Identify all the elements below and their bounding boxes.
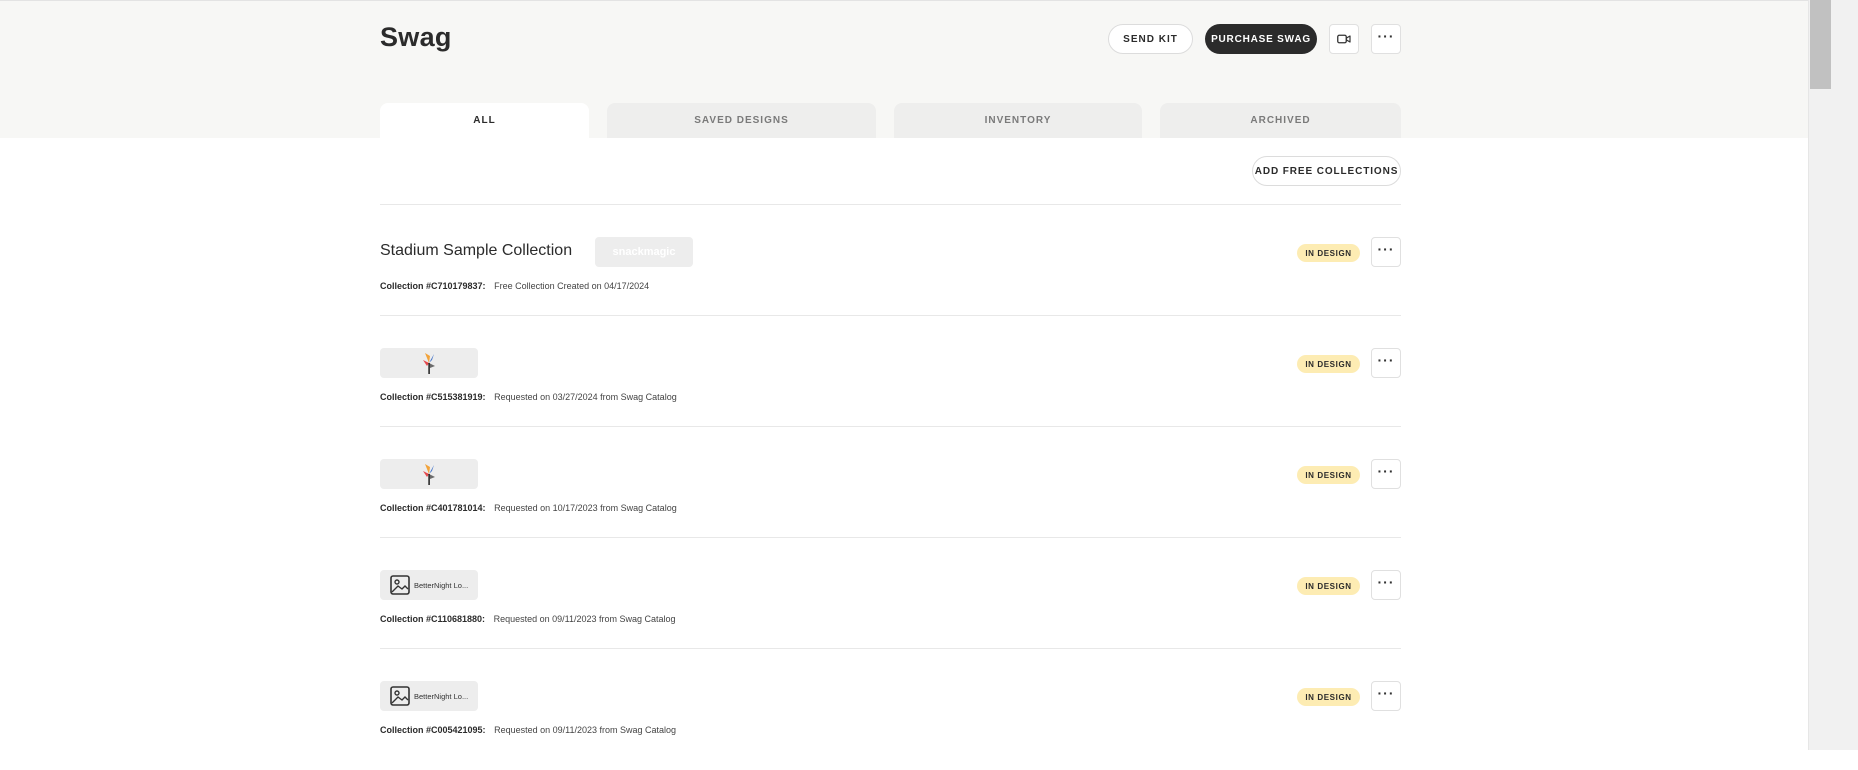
ellipsis-icon: ··· bbox=[1377, 463, 1395, 479]
header-more-button[interactable]: ··· bbox=[1371, 24, 1401, 54]
collection-image-chip[interactable]: BetterNight Lo... bbox=[380, 570, 478, 600]
collection-meta: Collection #C401781014: Requested on 10/… bbox=[380, 503, 677, 513]
status-badge: IN DESIGN bbox=[1297, 466, 1360, 484]
collection-id: Collection #C401781014: bbox=[380, 503, 486, 513]
page-scrollbar[interactable] bbox=[1808, 0, 1858, 750]
collection-meta: Collection #C005421095: Requested on 09/… bbox=[380, 725, 676, 735]
collection-id: Collection #C710179837: bbox=[380, 281, 486, 291]
collection-row: Collection #C401781014: Requested on 10/… bbox=[380, 438, 1401, 548]
row-more-button[interactable]: ··· bbox=[1371, 237, 1401, 267]
image-chip-label: BetterNight Lo... bbox=[414, 691, 469, 701]
divider bbox=[380, 426, 1401, 427]
divider bbox=[380, 204, 1401, 205]
collection-title[interactable]: Stadium Sample Collection bbox=[380, 242, 572, 260]
status-badge: IN DESIGN bbox=[1297, 355, 1360, 373]
collection-detail: Requested on 09/11/2023 from Swag Catalo… bbox=[493, 614, 676, 624]
collection-detail: Requested on 03/27/2024 from Swag Catalo… bbox=[494, 392, 677, 402]
status-badge: IN DESIGN bbox=[1297, 577, 1360, 595]
collection-meta: Collection #C710179837: Free Collection … bbox=[380, 281, 649, 291]
page-title: Swag bbox=[380, 22, 452, 52]
add-free-collections-button[interactable]: ADD FREE COLLECTIONS bbox=[1252, 156, 1401, 186]
image-placeholder-icon bbox=[390, 686, 410, 706]
collection-meta: Collection #C110681880: Requested on 09/… bbox=[380, 614, 676, 624]
collection-detail: Requested on 09/11/2023 from Swag Catalo… bbox=[494, 725, 677, 735]
ellipsis-icon: ··· bbox=[1377, 352, 1395, 368]
row-more-button[interactable]: ··· bbox=[1371, 459, 1401, 489]
purchase-swag-button[interactable]: PURCHASE SWAG bbox=[1205, 24, 1317, 54]
collection-row: Collection #C515381919: Requested on 03/… bbox=[380, 327, 1401, 437]
collection-row: BetterNight Lo... Collection #C110681880… bbox=[380, 549, 1401, 659]
tab-saved-designs[interactable]: SAVED DESIGNS bbox=[607, 103, 876, 138]
collection-id: Collection #C005421095: bbox=[380, 725, 486, 735]
collection-id: Collection #C110681880: bbox=[380, 614, 486, 624]
divider bbox=[380, 648, 1401, 649]
row-more-button[interactable]: ··· bbox=[1371, 681, 1401, 711]
image-chip-label: BetterNight Lo... bbox=[414, 580, 469, 590]
ellipsis-icon: ··· bbox=[1377, 28, 1395, 44]
scrollbar-thumb[interactable] bbox=[1810, 0, 1831, 89]
divider bbox=[380, 315, 1401, 316]
collection-detail: Requested on 10/17/2023 from Swag Catalo… bbox=[494, 503, 677, 513]
video-camera-icon bbox=[1337, 34, 1351, 44]
collection-logo-chip[interactable] bbox=[380, 348, 478, 378]
divider bbox=[380, 537, 1401, 538]
collection-logo-chip[interactable] bbox=[380, 459, 478, 489]
collection-meta: Collection #C515381919: Requested on 03/… bbox=[380, 392, 677, 402]
collection-row: BetterNight Lo... Collection #C005421095… bbox=[380, 660, 1401, 770]
collection-detail: Free Collection Created on 04/17/2024 bbox=[494, 281, 650, 291]
row-more-button[interactable]: ··· bbox=[1371, 348, 1401, 378]
pinwheel-logo-icon bbox=[423, 464, 435, 485]
status-badge: IN DESIGN bbox=[1297, 244, 1360, 262]
pinwheel-logo-icon bbox=[423, 353, 435, 374]
row-more-button[interactable]: ··· bbox=[1371, 570, 1401, 600]
send-kit-button[interactable]: SEND KIT bbox=[1108, 24, 1193, 54]
collection-id: Collection #C515381919: bbox=[380, 392, 486, 402]
tab-all[interactable]: ALL bbox=[380, 103, 589, 138]
collection-row: Stadium Sample Collection snackmagic Col… bbox=[380, 216, 1401, 326]
tab-inventory[interactable]: INVENTORY bbox=[894, 103, 1142, 138]
ellipsis-icon: ··· bbox=[1377, 574, 1395, 590]
image-placeholder-icon bbox=[390, 575, 410, 595]
ellipsis-icon: ··· bbox=[1377, 685, 1395, 701]
collection-image-chip[interactable]: BetterNight Lo... bbox=[380, 681, 478, 711]
video-button[interactable] bbox=[1329, 24, 1359, 54]
status-badge: IN DESIGN bbox=[1297, 688, 1360, 706]
brand-logo-chip: snackmagic bbox=[595, 237, 693, 267]
ellipsis-icon: ··· bbox=[1377, 241, 1395, 257]
tab-archived[interactable]: ARCHIVED bbox=[1160, 103, 1401, 138]
